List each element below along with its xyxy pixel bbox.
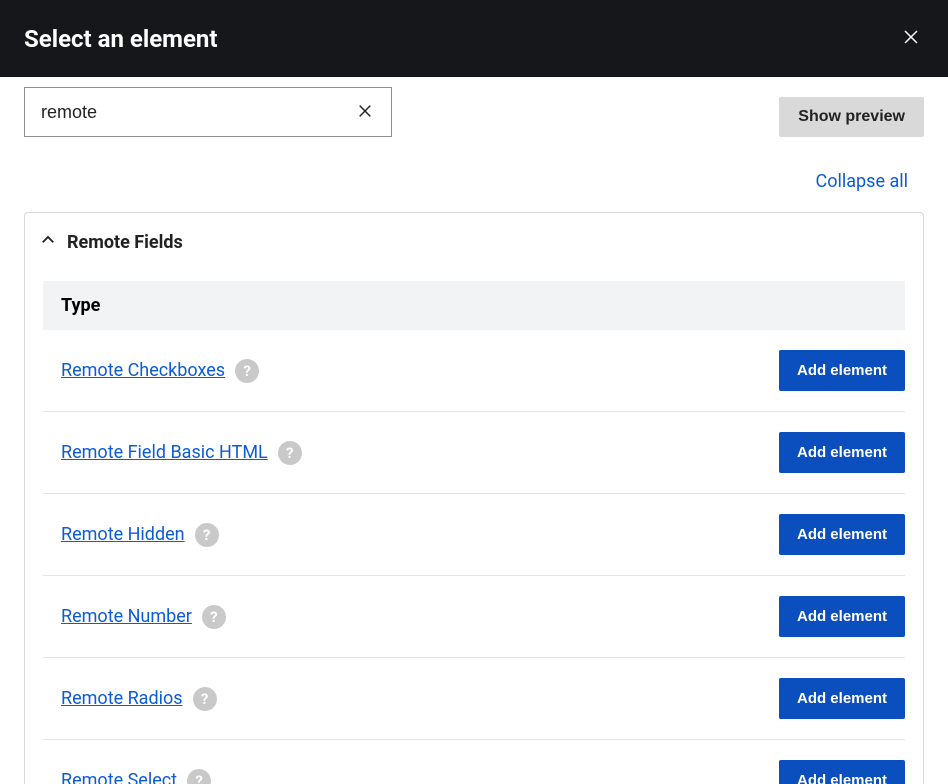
section-toggle[interactable]: Remote Fields [25, 213, 923, 271]
help-icon[interactable]: ? [202, 605, 226, 629]
close-icon [902, 28, 920, 49]
add-element-button[interactable]: Add element [779, 350, 905, 391]
help-icon[interactable]: ? [193, 687, 217, 711]
modal-header: Select an element [0, 0, 948, 77]
element-type-link[interactable]: Remote Number [61, 606, 192, 627]
help-icon[interactable]: ? [195, 523, 219, 547]
element-row: Remote Number ? Add element [43, 576, 905, 658]
add-element-button[interactable]: Add element [779, 432, 905, 473]
chevron-up-icon [39, 231, 57, 253]
search-input[interactable] [41, 102, 353, 123]
add-element-button[interactable]: Add element [779, 596, 905, 637]
clear-search-button[interactable] [353, 99, 377, 126]
search-box [24, 87, 392, 137]
column-header-type: Type [43, 281, 905, 330]
add-element-button[interactable]: Add element [779, 760, 905, 784]
element-type-link[interactable]: Remote Hidden [61, 524, 185, 545]
content-scroll[interactable]: Show preview Collapse all Remote Fields … [0, 77, 948, 784]
close-icon [357, 103, 373, 122]
modal-title: Select an element [24, 25, 218, 53]
element-row: Remote Select ? Add element [43, 740, 905, 784]
element-list: Remote Checkboxes ? Add element Remote F… [43, 330, 905, 784]
element-type-link[interactable]: Remote Field Basic HTML [61, 442, 268, 463]
add-element-button[interactable]: Add element [779, 678, 905, 719]
help-icon[interactable]: ? [235, 359, 259, 383]
element-type-link[interactable]: Remote Checkboxes [61, 360, 225, 381]
section-remote-fields: Remote Fields Type Remote Checkboxes ? A… [24, 212, 924, 784]
help-icon[interactable]: ? [278, 441, 302, 465]
section-title: Remote Fields [67, 232, 183, 253]
collapse-all-link[interactable]: Collapse all [816, 171, 908, 192]
help-icon[interactable]: ? [187, 769, 211, 784]
element-row: Remote Field Basic HTML ? Add element [43, 412, 905, 494]
close-button[interactable] [898, 24, 924, 53]
show-preview-button[interactable]: Show preview [779, 97, 924, 137]
element-row: Remote Hidden ? Add element [43, 494, 905, 576]
element-row: Remote Radios ? Add element [43, 658, 905, 740]
element-type-link[interactable]: Remote Select [61, 770, 177, 784]
element-type-link[interactable]: Remote Radios [61, 688, 183, 709]
element-row: Remote Checkboxes ? Add element [43, 330, 905, 412]
add-element-button[interactable]: Add element [779, 514, 905, 555]
